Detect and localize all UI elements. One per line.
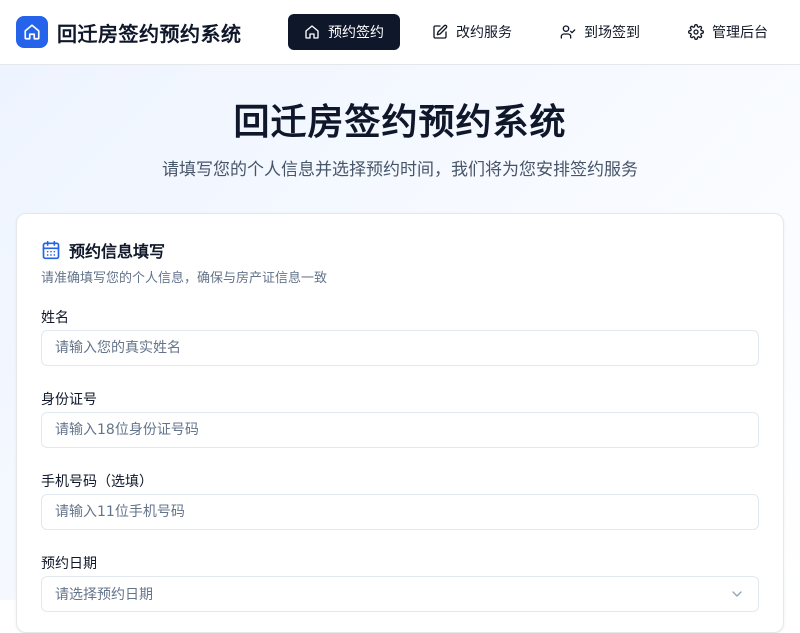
id-number-input[interactable]	[41, 412, 759, 448]
nav-item-book-signing[interactable]: 预约签约	[288, 14, 400, 50]
nav-item-label: 预约签约	[328, 25, 384, 41]
app-title: 回迁房签约预约系统	[57, 21, 242, 46]
home-icon	[16, 16, 48, 48]
date-select-placeholder: 请选择预约日期	[55, 587, 153, 603]
name-input[interactable]	[41, 330, 759, 366]
form-description: 请准确填写您的个人信息，确保与房产证信息一致	[41, 271, 328, 286]
calendar-icon	[41, 240, 61, 260]
form-title: 预约信息填写	[69, 242, 166, 261]
nav-item-check-in[interactable]: 到场签到	[544, 14, 656, 50]
booking-form-card: 预约信息填写 请准确填写您的个人信息，确保与房产证信息一致 姓名 身份证号 手机…	[16, 213, 784, 633]
phone-label: 手机号码（选填）	[41, 474, 153, 490]
nav-item-label: 改约服务	[456, 25, 512, 41]
form-header: 预约信息填写	[41, 238, 165, 262]
nav-item-admin[interactable]: 管理后台	[672, 14, 784, 50]
page-subtitle: 请填写您的个人信息并选择预约时间，我们将为您安排签约服务	[162, 160, 638, 180]
name-label: 姓名	[41, 310, 69, 326]
user-check-icon	[560, 24, 576, 40]
top-navbar: 回迁房签约预约系统 预约签约 改约服务 到场签到 管理后台	[0, 0, 800, 65]
nav-item-label: 管理后台	[712, 25, 768, 41]
nav-item-label: 到场签到	[584, 25, 640, 41]
nav-item-reschedule[interactable]: 改约服务	[416, 14, 530, 50]
id-number-label: 身份证号	[41, 392, 97, 408]
date-select[interactable]: 请选择预约日期	[41, 576, 759, 612]
edit-icon	[432, 24, 448, 40]
page-title: 回迁房签约预约系统	[233, 102, 567, 143]
home-icon	[304, 24, 320, 40]
brand[interactable]: 回迁房签约预约系统	[16, 16, 242, 48]
phone-input[interactable]	[41, 494, 759, 530]
date-label: 预约日期	[41, 556, 97, 572]
settings-icon	[688, 24, 704, 40]
